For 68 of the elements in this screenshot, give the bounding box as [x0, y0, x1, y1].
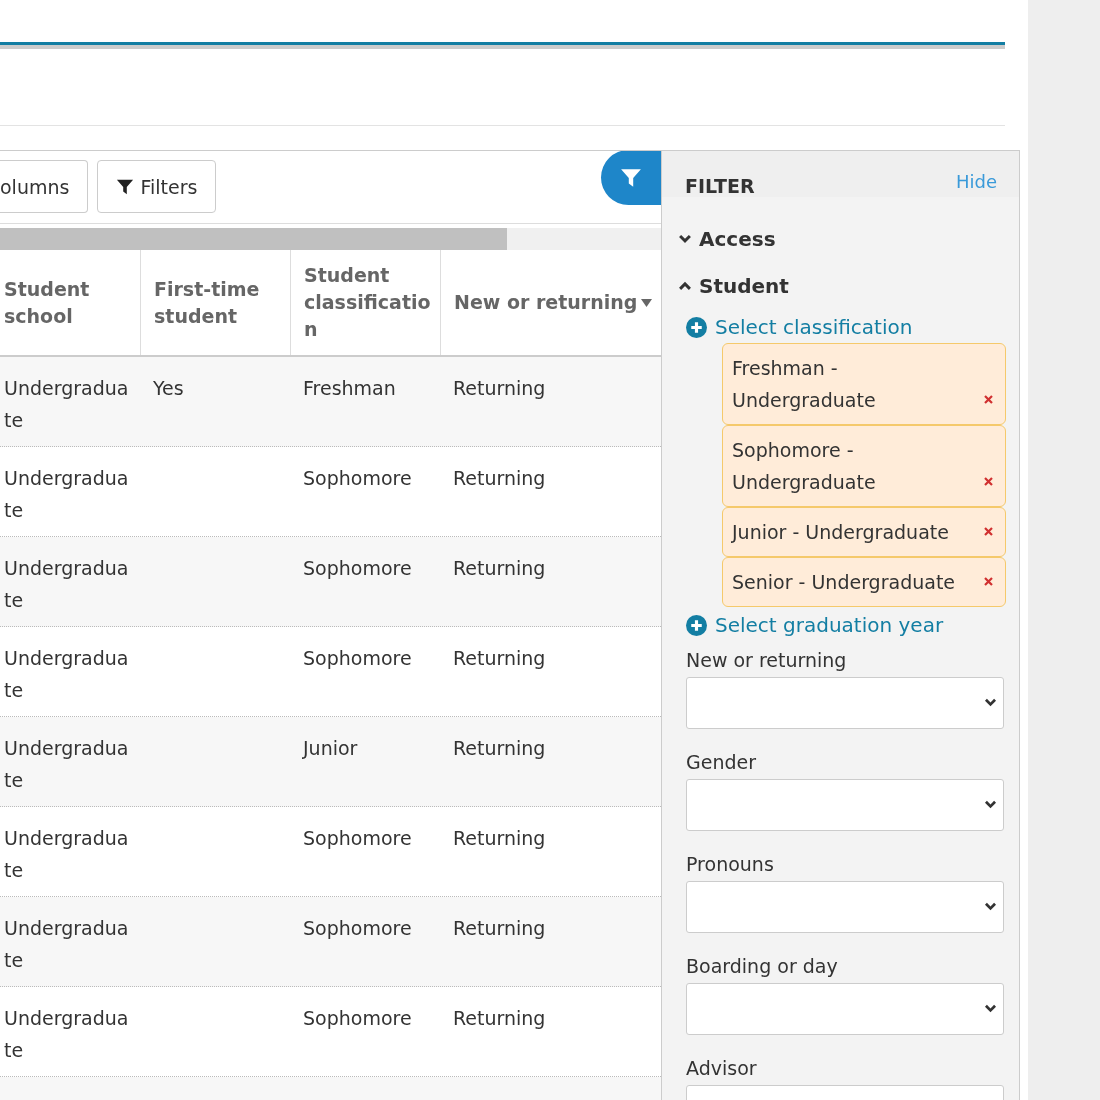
dropdown-field[interactable] [686, 881, 1004, 933]
field-label: New or returning [686, 649, 848, 671]
remove-button[interactable] [984, 477, 993, 486]
section-toggle[interactable]: Student [678, 262, 1004, 309]
filter-icon [620, 166, 642, 189]
column-header[interactable]: Student classification [290, 250, 440, 355]
close-icon [984, 395, 993, 404]
table-cell: Sophomore [303, 917, 412, 939]
table-cell: Yes [153, 377, 184, 399]
field-label: Boarding or day [686, 955, 839, 977]
table-cell: Undergraduate [4, 377, 129, 431]
remove-button[interactable] [984, 527, 993, 536]
plus-circle-icon [686, 614, 707, 636]
panel-title: FILTER [685, 175, 755, 197]
chip-label: Senior - Undergraduate [732, 570, 956, 595]
dropdown-field[interactable] [686, 983, 1004, 1035]
filters-button[interactable]: Filters [97, 160, 217, 213]
table-cell: Returning [453, 467, 546, 489]
table-cell: Freshman [303, 377, 396, 399]
section-toggle[interactable]: Access [678, 215, 1004, 262]
filter-icon [116, 177, 135, 196]
chip-label: Freshman - Undergraduate [732, 356, 877, 413]
close-icon [984, 577, 993, 586]
chevron-down-icon [984, 698, 997, 708]
chip-label: Junior - Undergraduate [732, 520, 949, 545]
column-header[interactable]: First-time student [140, 250, 290, 355]
chevron-down-icon [984, 800, 997, 810]
select-link[interactable]: Select graduation year [686, 613, 1004, 637]
table-cell: Returning [453, 827, 546, 849]
table-cell: Sophomore [303, 647, 412, 669]
horizontal-scrollbar[interactable] [0, 228, 661, 250]
close-icon [984, 527, 993, 536]
table-cell: Undergraduate [4, 557, 129, 611]
close-icon [984, 477, 993, 486]
chip-label: Sophomore - Undergraduate [732, 438, 877, 495]
remove-button[interactable] [984, 395, 993, 404]
table-cell: Sophomore [303, 557, 412, 579]
table-cell: Returning [453, 647, 546, 669]
table-cell: Returning [453, 557, 546, 579]
table-cell: Undergraduate [4, 737, 129, 791]
field-label: Advisor [686, 1057, 758, 1079]
table-cell: Sophomore [303, 827, 412, 849]
chevron-down-icon [984, 1004, 997, 1014]
table-cell: Returning [453, 1007, 546, 1029]
field-label: Pronouns [686, 853, 775, 875]
filter-toggle-button[interactable] [601, 151, 661, 205]
chevron-up-icon [678, 280, 692, 291]
select-link[interactable]: Select classification [686, 315, 1004, 339]
dropdown-field[interactable] [686, 677, 1004, 729]
chevron-down-icon [678, 233, 692, 244]
table-cell: Sophomore [303, 467, 412, 489]
table-cell: Undergraduate [4, 1007, 129, 1061]
remove-button[interactable] [984, 577, 993, 586]
column-header[interactable]: Student school [0, 250, 140, 355]
table-cell: Junior [303, 737, 358, 759]
table-cell: Sophomore [303, 1007, 412, 1029]
table-cell: Undergraduate [4, 827, 129, 881]
columns-button[interactable]: olumns [0, 160, 89, 213]
table-cell: Undergraduate [4, 467, 129, 521]
table-cell: Undergraduate [4, 917, 129, 971]
chevron-down-icon [984, 902, 997, 912]
table-cell: Undergraduate [4, 647, 129, 701]
plus-circle-icon [686, 316, 707, 338]
table-cell: Returning [453, 377, 546, 399]
table-cell: Returning [453, 917, 546, 939]
dropdown-field[interactable] [686, 779, 1004, 831]
table-cell: Returning [453, 737, 546, 759]
field-label: Gender [686, 751, 758, 773]
